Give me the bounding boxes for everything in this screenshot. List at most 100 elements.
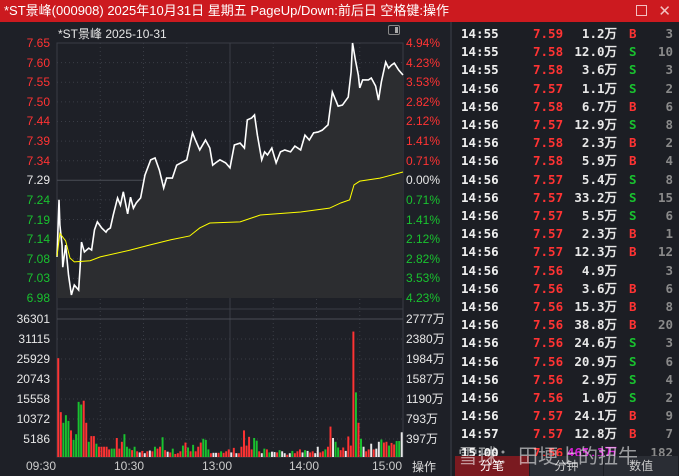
trade-side: B	[629, 98, 637, 114]
volume-bar	[82, 400, 85, 457]
amount-label-right: 397万	[406, 432, 439, 446]
volume-bar	[184, 442, 187, 457]
volume-bar	[380, 439, 383, 457]
trade-volume: 20.9万	[574, 353, 617, 369]
trade-time: 14:56	[461, 299, 499, 314]
trade-count: 8	[665, 299, 673, 314]
trade-volume: 2.9万	[581, 371, 617, 387]
volume-label-left: 20743	[16, 372, 50, 386]
time-label: 10:30	[114, 459, 145, 473]
volume-bar	[372, 449, 375, 457]
pct-label-right: 2.12%	[406, 114, 441, 129]
trade-row: 14:56 7.57 33.2万 S 15	[455, 189, 679, 207]
volume-bar	[90, 436, 93, 457]
intraday-chart[interactable]: *ST景峰 2025-10-31 7.65 4.94% 7.60 4.23% 7.55 3…	[0, 22, 452, 476]
volume-bar	[164, 450, 167, 457]
trade-volume: 5.9万	[581, 153, 617, 169]
volume-bar	[293, 453, 296, 457]
trade-row: 14:55 7.58 3.6万 S 3	[455, 61, 679, 79]
volume-bar	[146, 451, 149, 457]
trade-side: B	[629, 299, 637, 314]
trade-volume: 12.0万	[574, 44, 617, 60]
price-label-left: 7.08	[26, 251, 50, 266]
trade-row: 14:56 7.57 24.1万 B 9	[455, 407, 679, 425]
trade-row: 14:56 7.57 1.1万 S 2	[455, 80, 679, 98]
volume-bar	[400, 432, 403, 457]
amount-label-right: 2777万	[406, 312, 445, 326]
volume-bar	[75, 434, 78, 457]
volume-bar	[176, 453, 179, 457]
volume-bar	[319, 452, 322, 457]
trade-side: S	[629, 44, 637, 60]
price-label-left: 7.34	[26, 153, 50, 168]
pct-label-right: 3.53%	[406, 271, 441, 286]
panel-toggle-icon[interactable]	[388, 25, 400, 35]
trade-time: 14:56	[461, 353, 499, 369]
volume-bar	[326, 446, 329, 457]
maximize-icon[interactable]	[636, 5, 647, 16]
volume-bar	[352, 331, 355, 457]
trade-row: 14:56 7.56 15.3万 B 8	[455, 298, 679, 316]
trade-volume: 1.1万	[581, 80, 617, 96]
volume-bar	[232, 447, 235, 457]
volume-bar	[347, 436, 350, 457]
volume-bar	[357, 422, 360, 457]
chart-canvas	[56, 42, 404, 458]
volume-bar	[204, 439, 207, 457]
close-icon[interactable]: ✕	[658, 1, 671, 23]
trade-count: 6	[665, 98, 673, 114]
volume-bar	[243, 430, 245, 457]
volume-bar	[395, 441, 398, 457]
volume-bar	[120, 441, 123, 457]
trade-count: 7	[665, 426, 673, 442]
trade-time: 14:56	[461, 280, 499, 296]
ops-button[interactable]: 操作	[412, 458, 436, 475]
volume-bar	[367, 449, 370, 457]
volume-bar	[230, 452, 233, 457]
trade-count: 6	[665, 208, 673, 223]
volume-bar	[390, 442, 393, 457]
volume-bar	[143, 453, 146, 457]
volume-bar	[179, 451, 182, 457]
volume-bar	[174, 453, 177, 457]
trade-volume: 33.2万	[574, 189, 617, 205]
trade-volume: 3.6万	[581, 280, 617, 296]
volume-bar	[171, 448, 174, 457]
price-label-left: 7.29	[26, 173, 50, 188]
trade-row: 14:56 7.56 20.9万 S 6	[455, 353, 679, 371]
trade-price: 7.57	[533, 189, 564, 205]
trade-price: 7.57	[533, 208, 564, 223]
trade-list[interactable]: 14:55 7.59 1.2万 B 3 14:55 7.58 12.0万 S 10 14:55 7.5…	[455, 22, 679, 460]
trade-time: 14:56	[461, 371, 499, 387]
trade-volume: 3.6万	[581, 62, 617, 78]
volume-bar	[283, 453, 286, 457]
volume-bar	[349, 445, 352, 457]
chart-subtitle: *ST景峰 2025-10-31	[58, 27, 167, 41]
volume-bar	[314, 453, 317, 457]
price-label-left: 7.19	[26, 212, 50, 227]
pct-label-right: 0.00%	[406, 173, 441, 188]
volume-bar	[298, 449, 301, 457]
trade-price: 7.58	[533, 153, 564, 169]
amount-label-right: 1587万	[406, 372, 445, 386]
volume-bar	[95, 443, 98, 457]
volume-bar	[113, 448, 116, 457]
trade-row: 14:55 7.59 1.2万 B 3	[455, 25, 679, 43]
volume-bar	[354, 392, 357, 457]
trade-time: 14:56	[461, 226, 499, 242]
volume-bar	[138, 452, 141, 457]
trade-price: 7.56	[533, 335, 564, 351]
time-label: 09:30	[26, 459, 57, 473]
watermark: 雪球：田埂上的扭牛	[458, 444, 638, 468]
trade-price: 7.58	[533, 135, 564, 151]
volume-label-left: 31115	[18, 332, 50, 346]
trade-price: 7.59	[533, 26, 564, 41]
trade-price: 7.56	[533, 353, 564, 369]
trade-count: 1	[665, 226, 673, 242]
trade-side: S	[629, 171, 637, 187]
trade-row: 14:56 7.58 2.3万 B 2	[455, 134, 679, 152]
time-label: 14:00	[289, 459, 320, 473]
trade-volume: 6.7万	[581, 98, 617, 114]
trade-count: 2	[665, 135, 673, 151]
trade-count: 12	[657, 244, 673, 260]
